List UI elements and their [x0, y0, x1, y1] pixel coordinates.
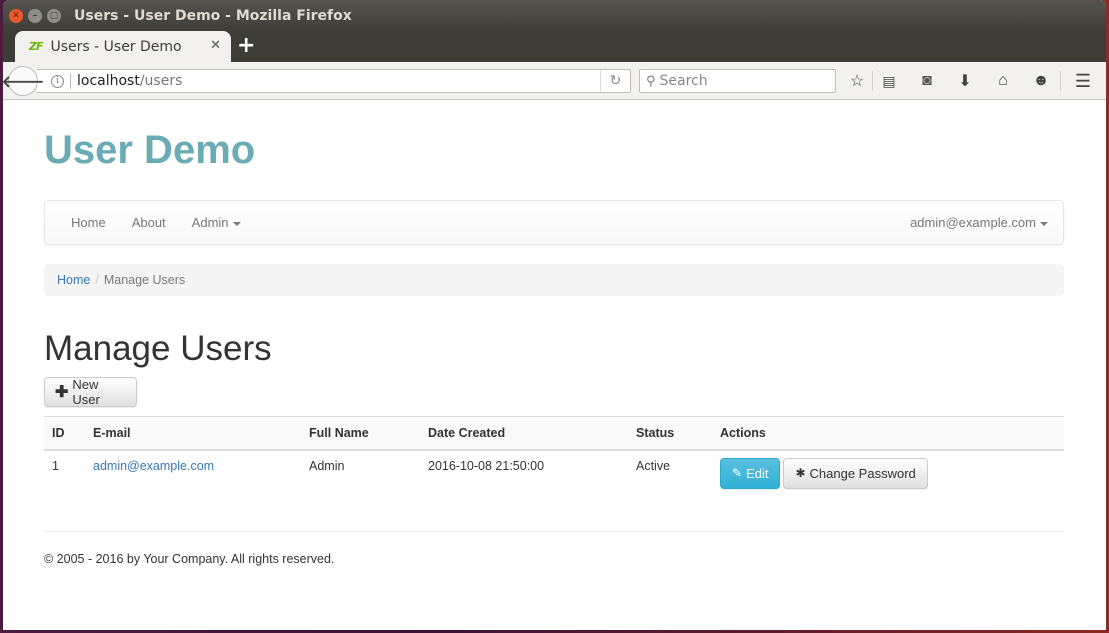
search-icon: ⚲ — [646, 73, 656, 89]
toolbar-separator — [872, 71, 873, 91]
url-path: /users — [139, 73, 183, 89]
nav-home[interactable]: Home — [58, 215, 119, 230]
user-email-link[interactable]: admin@example.com — [93, 459, 214, 473]
column-header-email: E-mail — [85, 416, 301, 451]
cell-id: 1 — [52, 458, 59, 473]
window-maximize-button[interactable]: ▢ — [47, 8, 61, 23]
tab-bar: ZF Users - User Demo ✕ + — [3, 31, 1106, 62]
cell-date-created: 2016-10-08 21:50:00 — [428, 458, 545, 473]
back-button[interactable]: 🡐 — [3, 66, 44, 96]
tab-title: Users - User Demo — [50, 38, 182, 55]
search-placeholder: Search — [659, 73, 708, 89]
column-header-actions: Actions — [712, 416, 1064, 451]
cell-email: admin@example.com — [85, 450, 301, 497]
table-header-row: ID E-mail Full Name Date Created Status … — [44, 416, 1064, 451]
url-host: localhost — [77, 73, 140, 89]
column-header-id: ID — [44, 416, 85, 451]
footer-divider — [44, 531, 1064, 532]
users-table: ID E-mail Full Name Date Created Status … — [44, 416, 1064, 497]
site-info-icon[interactable]: i — [51, 74, 64, 88]
pocket-icon[interactable]: ◙ — [916, 71, 938, 91]
window-close-button[interactable]: ✕ — [9, 8, 23, 23]
title-bar: ✕ – ▢ Users - User Demo - Mozilla Firefo… — [3, 0, 1106, 31]
plus-icon: ✚ — [55, 384, 69, 401]
user-email-label: admin@example.com — [910, 215, 1036, 230]
menu-icon[interactable]: ☰ — [1072, 71, 1094, 91]
nav-admin-label: Admin — [191, 215, 229, 230]
breadcrumb-divider: / — [95, 273, 99, 287]
back-arrow-icon: 🡐 — [3, 73, 45, 91]
site-brand: User Demo — [44, 128, 256, 172]
tab-close-icon[interactable]: ✕ — [210, 38, 221, 53]
table-row: 1 admin@example.com Admin 2016-10-08 21:… — [44, 450, 1064, 497]
cell-status: Active — [636, 458, 671, 473]
asterisk-icon: ✱ — [795, 466, 806, 480]
toolbar-separator — [1060, 71, 1061, 91]
browser-window: ✕ – ▢ Users - User Demo - Mozilla Firefo… — [3, 0, 1106, 630]
new-tab-button[interactable]: + — [237, 33, 255, 58]
cell-full-name: Admin — [309, 458, 345, 473]
caret-down-icon — [1040, 221, 1048, 226]
column-header-status: Status — [628, 416, 712, 451]
home-icon[interactable]: ⌂ — [992, 71, 1014, 91]
cell-actions: ✎ Edit ✱ Change Password — [712, 450, 1064, 497]
url-bar[interactable]: i localhost /users ↻ — [37, 69, 631, 93]
page-title: Manage Users — [44, 329, 272, 368]
reading-list-icon[interactable]: ▤ — [878, 71, 900, 91]
nav-about[interactable]: About — [119, 215, 179, 230]
change-password-label: Change Password — [809, 465, 916, 481]
pencil-icon: ✎ — [732, 466, 743, 480]
new-user-label: New User — [72, 377, 100, 407]
new-user-button[interactable]: ✚ New User — [44, 377, 137, 407]
search-input[interactable]: ⚲ Search — [639, 69, 836, 93]
footer-copyright: © 2005 - 2016 by Your Company. All right… — [44, 552, 335, 566]
breadcrumb-home[interactable]: Home — [57, 273, 90, 287]
caret-down-icon — [232, 221, 241, 226]
download-icon[interactable]: ⬇ — [954, 71, 976, 91]
browser-tab[interactable]: ZF Users - User Demo ✕ — [15, 31, 231, 62]
user-menu-dropdown[interactable]: admin@example.com — [897, 215, 1061, 230]
column-header-date-created: Date Created — [420, 416, 628, 451]
edit-label: Edit — [746, 465, 769, 481]
reload-icon[interactable]: ↻ — [600, 70, 630, 92]
zf-icon: ZF — [29, 40, 43, 53]
edit-button[interactable]: ✎ Edit — [720, 457, 781, 489]
nav-admin-dropdown[interactable]: Admin — [179, 215, 254, 230]
column-header-full-name: Full Name — [301, 416, 420, 451]
change-password-button[interactable]: ✱ Change Password — [783, 457, 928, 489]
star-icon[interactable]: ☆ — [846, 71, 868, 91]
top-navbar: Home About Admin admin@example.com — [44, 200, 1064, 245]
breadcrumb: Home / Manage Users — [44, 264, 1064, 296]
url-separator — [70, 73, 71, 89]
breadcrumb-current: Manage Users — [103, 273, 186, 287]
window-title: Users - User Demo - Mozilla Firefox — [74, 7, 352, 24]
window-minimize-button[interactable]: – — [28, 8, 42, 23]
navigation-toolbar: i localhost /users ↻ 🡐 ⚲ Search ☆ ▤ ◙ ⬇ … — [3, 62, 1106, 100]
hello-icon[interactable]: ☻ — [1030, 71, 1052, 91]
page-content: User Demo Home About Admin admin@example… — [3, 101, 1106, 630]
